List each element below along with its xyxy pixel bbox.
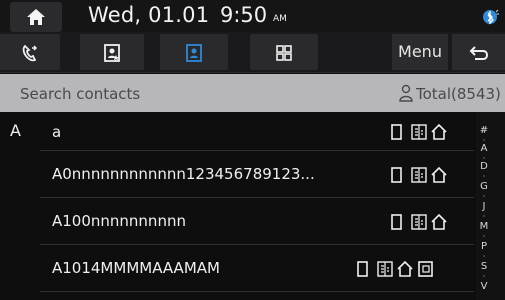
am-pm-indicator: AM [273, 14, 287, 24]
mobile-phone-icon [391, 214, 402, 230]
tab-contacts[interactable] [160, 34, 228, 70]
index-letter[interactable]: V [476, 282, 492, 292]
contact-name: A100nnnnnnnnnn [52, 212, 186, 230]
other-phone-icon [418, 261, 433, 277]
office-building-icon [411, 124, 427, 140]
section-header-letter: A [10, 121, 21, 140]
contact-name: A1014MMMMAAAMAM [52, 259, 220, 277]
home-phone-icon [431, 123, 447, 140]
bluetooth-icon [483, 9, 499, 25]
mobile-phone-icon [391, 124, 402, 140]
menu-button[interactable]: Menu [392, 34, 448, 70]
search-input[interactable]: Search contacts [20, 85, 140, 103]
keypad-grid-icon [276, 45, 292, 61]
status-bar: Wed, 01.01 9:50 AM [0, 0, 505, 32]
contact-row[interactable]: a [40, 112, 474, 151]
home-icon [27, 9, 45, 25]
mobile-phone-icon [391, 167, 402, 183]
back-arrow-icon [469, 46, 489, 60]
tab-favorites[interactable] [80, 34, 144, 70]
contact-row[interactable]: A0nnnnnnnnnnnn123456789123... [40, 151, 474, 198]
person-icon [399, 84, 413, 102]
total-contacts-count: Total(8543) [416, 85, 501, 103]
back-button[interactable] [452, 34, 505, 70]
contacts-book-icon [186, 44, 202, 62]
contact-name: a [52, 123, 62, 141]
index-letter[interactable]: G [476, 182, 492, 192]
mobile-phone-icon [357, 261, 368, 277]
office-building-icon [411, 214, 427, 230]
contact-name: A0nnnnnnnnnnnn123456789123... [52, 165, 315, 183]
index-letter[interactable]: A [476, 144, 492, 154]
office-building-icon [411, 167, 427, 183]
call-history-icon [22, 44, 38, 62]
contact-row[interactable]: A100nnnnnnnnnn [40, 198, 474, 245]
index-letter[interactable]: M [476, 222, 492, 232]
home-phone-icon [431, 166, 447, 183]
index-letter[interactable]: S [476, 262, 492, 272]
tab-bar: Menu [0, 32, 505, 73]
office-building-icon [377, 261, 393, 277]
search-bar[interactable]: Search contacts Total(8543) [0, 74, 505, 112]
time-display: 9:50 [220, 3, 268, 27]
index-letter[interactable]: J [476, 202, 492, 212]
alphabet-index-bar[interactable]: # · A · D · G · J · M · P · S · V [476, 112, 505, 300]
home-phone-icon [397, 260, 413, 277]
home-button[interactable] [10, 2, 62, 32]
index-letter[interactable]: D [476, 162, 492, 172]
tab-keypad[interactable] [250, 34, 318, 70]
contact-row[interactable]: A1014MMMMAAAMAM [40, 245, 474, 292]
favorites-contact-icon [104, 44, 120, 62]
index-letter[interactable]: P [476, 242, 492, 252]
tab-call-history[interactable] [0, 34, 60, 70]
date-display: Wed, 01.01 [88, 3, 210, 27]
index-letter[interactable]: # [476, 126, 492, 136]
home-phone-icon [431, 213, 447, 230]
